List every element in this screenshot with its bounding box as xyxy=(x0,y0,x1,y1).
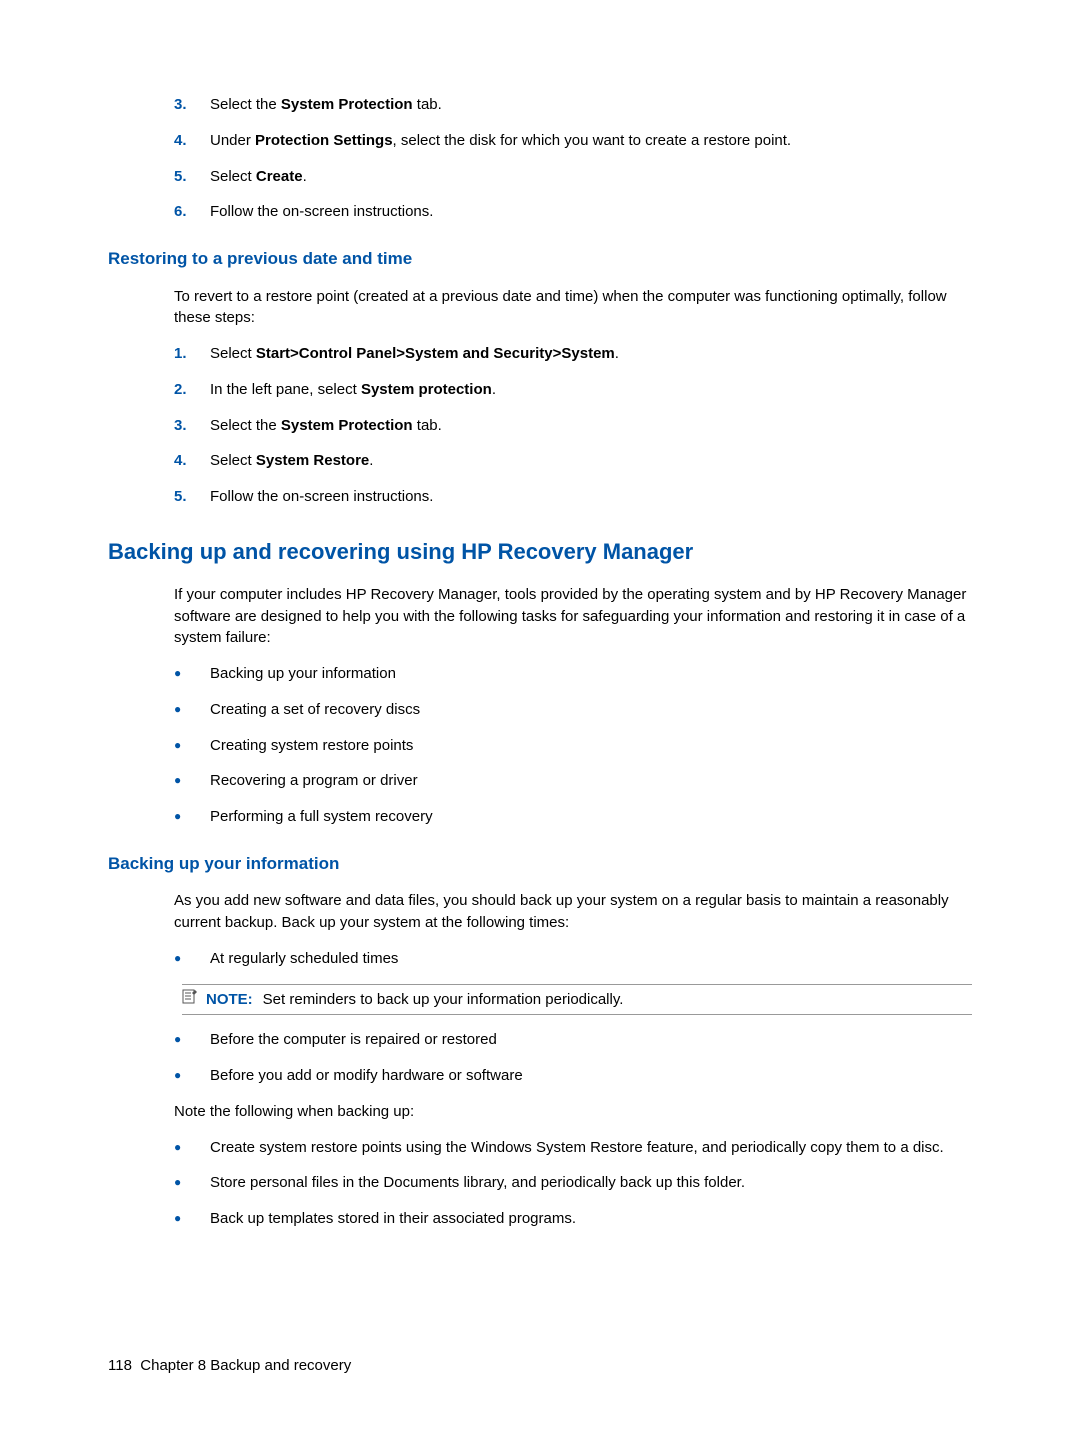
list-item: ●At regularly scheduled times xyxy=(174,948,972,970)
list-text: At regularly scheduled times xyxy=(210,948,972,970)
page-number: 118 xyxy=(108,1357,132,1374)
list-item: ●Recovering a program or driver xyxy=(174,770,972,792)
note-icon xyxy=(182,989,206,1010)
bullet-list-note-items: ●Create system restore points using the … xyxy=(108,1137,972,1230)
bullet-list-tasks: ●Backing up your information●Creating a … xyxy=(108,663,972,828)
list-text: Follow the on-screen instructions. xyxy=(210,486,972,508)
list-item: 3.Select the System Protection tab. xyxy=(174,94,972,116)
list-text: Select the System Protection tab. xyxy=(210,94,972,116)
note-label: NOTE: xyxy=(206,991,253,1008)
list-item: 5.Follow the on-screen instructions. xyxy=(174,486,972,508)
paragraph-hp-recovery-intro: If your computer includes HP Recovery Ma… xyxy=(108,584,972,649)
list-item: ●Before you add or modify hardware or so… xyxy=(174,1065,972,1087)
bullet-icon: ● xyxy=(174,806,210,828)
bullet-icon: ● xyxy=(174,699,210,721)
list-item: 3.Select the System Protection tab. xyxy=(174,415,972,437)
ordered-list-create-restore-point: 3.Select the System Protection tab.4.Und… xyxy=(108,94,972,223)
list-number: 1. xyxy=(174,343,210,365)
paragraph-backing-up-intro: As you add new software and data files, … xyxy=(108,890,972,934)
list-text: Before you add or modify hardware or sof… xyxy=(210,1065,972,1087)
list-text: Create system restore points using the W… xyxy=(210,1137,972,1159)
list-item: 1.Select Start>Control Panel>System and … xyxy=(174,343,972,365)
list-item: 5.Select Create. xyxy=(174,166,972,188)
list-number: 6. xyxy=(174,201,210,223)
list-item: ●Back up templates stored in their assoc… xyxy=(174,1208,972,1230)
list-text: Creating a set of recovery discs xyxy=(210,699,972,721)
heading-hp-recovery-manager: Backing up and recovering using HP Recov… xyxy=(108,536,972,568)
paragraph-note-following: Note the following when backing up: xyxy=(108,1101,972,1123)
note-content: NOTE: Set reminders to back up your infor… xyxy=(206,989,623,1011)
bullet-icon: ● xyxy=(174,948,210,970)
list-number: 3. xyxy=(174,94,210,116)
list-text: Before the computer is repaired or resto… xyxy=(210,1029,972,1051)
list-item: ●Store personal files in the Documents l… xyxy=(174,1172,972,1194)
list-number: 3. xyxy=(174,415,210,437)
list-item: 4.Under Protection Settings, select the … xyxy=(174,130,972,152)
list-item: ●Create system restore points using the … xyxy=(174,1137,972,1159)
list-text: Performing a full system recovery xyxy=(210,806,972,828)
bullet-icon: ● xyxy=(174,1065,210,1087)
bullet-icon: ● xyxy=(174,1208,210,1230)
paragraph-restoring-intro: To revert to a restore point (created at… xyxy=(108,286,972,330)
list-number: 4. xyxy=(174,450,210,472)
heading-restoring: Restoring to a previous date and time xyxy=(108,247,972,272)
list-item: ●Backing up your information xyxy=(174,663,972,685)
bullet-list-times-b: ●Before the computer is repaired or rest… xyxy=(108,1029,972,1087)
document-page: 3.Select the System Protection tab.4.Und… xyxy=(0,0,1080,1437)
note-text: Set reminders to back up your informatio… xyxy=(263,991,624,1008)
list-text: Select Create. xyxy=(210,166,972,188)
list-item: ●Before the computer is repaired or rest… xyxy=(174,1029,972,1051)
list-text: Select System Restore. xyxy=(210,450,972,472)
list-number: 2. xyxy=(174,379,210,401)
heading-backing-up-info: Backing up your information xyxy=(108,852,972,877)
page-footer: 118 Chapter 8 Backup and recovery xyxy=(108,1355,351,1377)
list-item: 4.Select System Restore. xyxy=(174,450,972,472)
list-item: ●Creating system restore points xyxy=(174,735,972,757)
bullet-icon: ● xyxy=(174,1029,210,1051)
list-text: Under Protection Settings, select the di… xyxy=(210,130,972,152)
list-text: Backing up your information xyxy=(210,663,972,685)
list-text: Select Start>Control Panel>System and Se… xyxy=(210,343,972,365)
bullet-icon: ● xyxy=(174,735,210,757)
list-item: 6.Follow the on-screen instructions. xyxy=(174,201,972,223)
list-text: Follow the on-screen instructions. xyxy=(210,201,972,223)
list-text: In the left pane, select System protecti… xyxy=(210,379,972,401)
list-item: ●Creating a set of recovery discs xyxy=(174,699,972,721)
ordered-list-restoring: 1.Select Start>Control Panel>System and … xyxy=(108,343,972,508)
list-number: 5. xyxy=(174,486,210,508)
chapter-title: Chapter 8 Backup and recovery xyxy=(140,1357,351,1374)
list-number: 4. xyxy=(174,130,210,152)
list-text: Select the System Protection tab. xyxy=(210,415,972,437)
list-text: Recovering a program or driver xyxy=(210,770,972,792)
note-box: NOTE: Set reminders to back up your infor… xyxy=(182,984,972,1016)
bullet-list-times-a: ●At regularly scheduled times xyxy=(108,948,972,970)
list-text: Back up templates stored in their associ… xyxy=(210,1208,972,1230)
list-item: 2.In the left pane, select System protec… xyxy=(174,379,972,401)
bullet-icon: ● xyxy=(174,770,210,792)
list-text: Creating system restore points xyxy=(210,735,972,757)
list-number: 5. xyxy=(174,166,210,188)
list-item: ●Performing a full system recovery xyxy=(174,806,972,828)
bullet-icon: ● xyxy=(174,663,210,685)
bullet-icon: ● xyxy=(174,1172,210,1194)
bullet-icon: ● xyxy=(174,1137,210,1159)
list-text: Store personal files in the Documents li… xyxy=(210,1172,972,1194)
